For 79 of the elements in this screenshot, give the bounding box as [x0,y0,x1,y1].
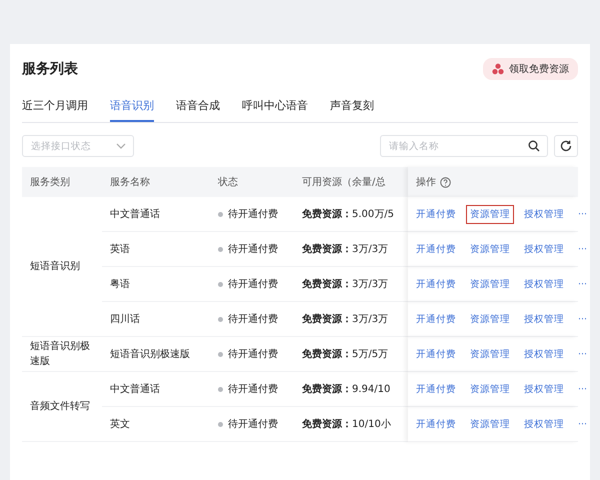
refresh-icon [560,140,572,152]
column-header: 服务名称 [102,167,210,197]
action-link[interactable]: ··· [574,346,592,362]
status-dot [218,352,223,356]
free-resource-button[interactable]: 领取免费资源 [483,58,578,80]
status-dot [218,386,223,392]
action-link[interactable]: 开通付费 [412,240,460,258]
resource-cell-text: 免费资源：5.00万/5 [302,208,394,221]
tab[interactable]: 呼叫中心语音 [242,92,308,122]
status-cell-text: 待开通付费 [228,348,278,361]
search-field[interactable]: 请输入名称 [380,135,548,157]
resource-cell-text: 免费资源：3万/3万 [302,242,388,256]
action-link[interactable]: 开通付费 [412,204,460,224]
action-link[interactable]: ··· [574,240,592,258]
action-link[interactable]: 开通付费 [412,310,460,328]
tab[interactable]: 声音复刻 [330,92,374,122]
service-name-cell-text: 中文普通话 [110,382,160,396]
status-dot [218,316,223,322]
action-link[interactable]: 开通付费 [412,344,460,364]
page-title: 服务列表 [22,60,78,78]
action-link[interactable]: 资源管理 [466,274,514,294]
status-dropdown[interactable]: 选择接口状态 [22,135,134,157]
tab[interactable]: 近三个月调用 [22,92,88,122]
resource-cell-text: 免费资源：10/10小 [302,418,391,431]
action-link[interactable]: 授权管理 [520,414,568,434]
tab[interactable]: 语音识别 [110,92,154,122]
action-link[interactable]: 资源管理 [466,380,514,398]
status-cell-text: 待开通付费 [228,418,278,431]
status-dot [218,422,223,426]
resource-cell-text: 免费资源：3万/3万 [302,278,388,291]
action-link[interactable]: ··· [574,416,592,432]
status-dot [218,212,223,216]
dots-icon [492,63,504,75]
action-link[interactable]: 资源管理 [466,310,514,328]
action-link[interactable]: 开通付费 [412,274,460,294]
service-name-cell-text: 英语 [110,242,130,256]
search-icon [528,140,540,152]
service-name-cell-text: 短语音识别极速版 [110,348,190,361]
column-header: 操作 [416,176,436,189]
category-cell-text: 短语音识别 [30,260,80,274]
action-link[interactable]: 资源管理 [466,414,514,434]
action-link[interactable]: 授权管理 [520,344,568,364]
action-link[interactable]: ··· [574,310,592,328]
resource-cell-text: 免费资源：9.94/10 [302,382,390,396]
category-cell-text: 音频文件转写 [30,400,90,414]
action-link[interactable]: ··· [574,206,592,222]
status-dot [218,282,223,286]
resource-cell-text: 免费资源：5万/5万 [302,348,388,361]
service-name-cell-text: 中文普通话 [110,208,160,221]
action-link[interactable]: 资源管理 [466,344,514,364]
action-link[interactable]: ··· [574,380,592,398]
action-link[interactable]: ··· [574,276,592,292]
status-dot [218,246,223,252]
refresh-button[interactable] [554,135,578,157]
status-cell-text: 待开通付费 [228,208,278,221]
action-link[interactable]: 开通付费 [412,380,460,398]
service-name-cell-text: 英文 [110,418,130,431]
action-link[interactable]: 开通付费 [412,414,460,434]
action-link[interactable]: 资源管理 [466,240,514,258]
action-link[interactable]: 授权管理 [520,274,568,294]
status-cell-text: 待开通付费 [228,382,278,396]
action-link[interactable]: 授权管理 [520,204,568,224]
status-cell-text: 待开通付费 [228,278,278,291]
help-icon [440,176,451,188]
column-header: 可用资源（余量/总 [294,167,408,197]
category-cell-text: 短语音识别极速版 [30,340,91,369]
status-cell-text: 待开通付费 [228,242,278,256]
chevron-down-icon [116,143,126,149]
service-name-cell-text: 粤语 [110,278,130,291]
column-header: 状态 [210,167,294,197]
action-link[interactable]: 授权管理 [520,240,568,258]
column-header: 服务类别 [22,167,102,197]
resource-cell-text: 免费资源：3万/3万 [302,312,388,326]
action-link[interactable]: 授权管理 [520,310,568,328]
action-link[interactable]: 资源管理 [466,204,514,224]
action-link[interactable]: 授权管理 [520,380,568,398]
tab[interactable]: 语音合成 [176,92,220,122]
service-name-cell-text: 四川话 [110,312,140,326]
status-cell-text: 待开通付费 [228,312,278,326]
